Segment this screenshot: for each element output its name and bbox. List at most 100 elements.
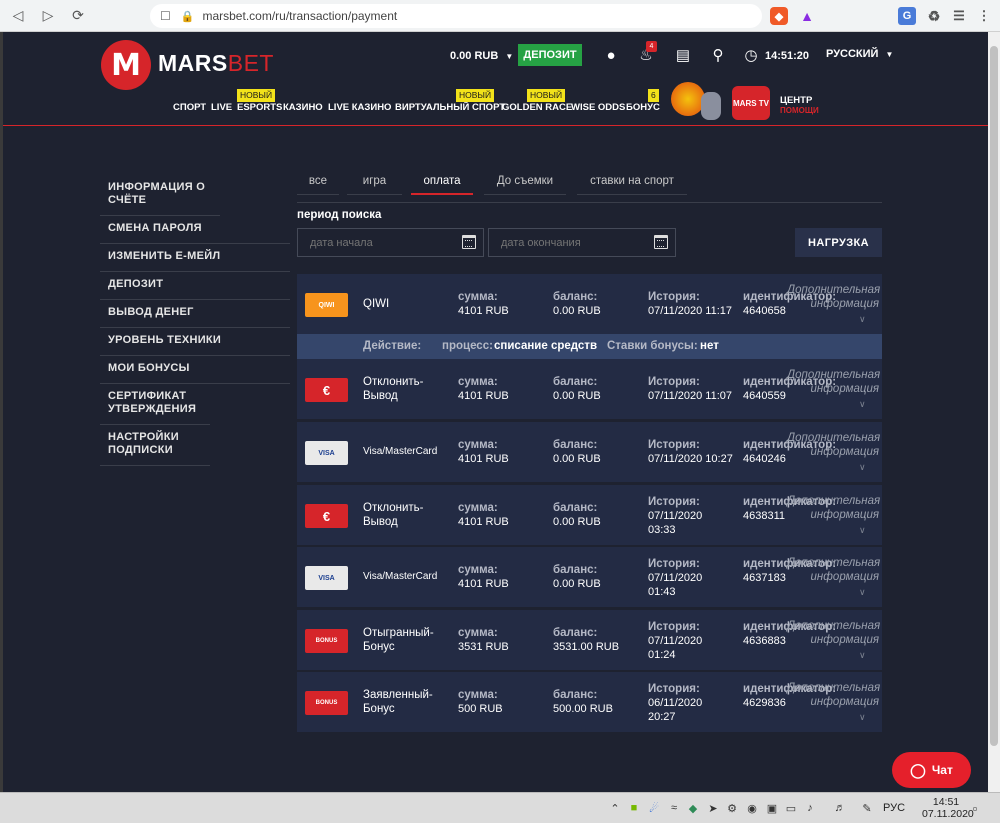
forward-icon[interactable]: ▷ [36, 4, 60, 28]
sidebar-item-change-email[interactable]: ИЗМЕНИТЬ Е-МЕЙЛ [100, 244, 290, 272]
menu-item-live[interactable]: LIVE [211, 102, 232, 113]
page-scrollbar[interactable] [988, 32, 1000, 792]
more-info-link[interactable]: Дополнительная информация [787, 681, 880, 709]
transaction-row[interactable]: BONUS Отыгранный- Бонус сумма: 3531 RUB балан… [297, 610, 882, 670]
transaction-row[interactable]: QIWI QIWI сумма: 4101 RUB баланс: 0.00 RUB Ист… [297, 274, 882, 334]
pen-icon[interactable]: ✎ [860, 801, 874, 815]
logo-text[interactable]: MARSBET [158, 50, 274, 77]
input-language[interactable]: РУС [883, 802, 905, 814]
network-icon[interactable]: ▣ [765, 801, 779, 815]
more-info-link[interactable]: Дополнительная информация [787, 494, 881, 522]
telegram-icon[interactable]: ➤ [706, 801, 720, 815]
search-icon[interactable]: ⚲ [708, 45, 728, 65]
calendar-icon[interactable] [462, 235, 476, 249]
chat-button[interactable]: ◯ Чат [892, 752, 971, 788]
load-button[interactable]: НАГРУЗКА [795, 228, 882, 257]
logo-label: € [322, 508, 331, 524]
chevron-down-icon[interactable]: ∨ [859, 462, 866, 473]
chevron-down-icon[interactable]: ∨ [859, 587, 866, 598]
payment-method-name: QIWI [363, 297, 389, 311]
translate-icon[interactable]: G [898, 6, 916, 26]
menu-list-icon[interactable]: ☰ [950, 6, 968, 26]
menu-item-bonus[interactable]: БОНУС [626, 102, 660, 113]
more-info-link[interactable]: Дополнительная информация [787, 431, 880, 459]
calendar-icon[interactable] [654, 235, 668, 249]
brave-shield-icon[interactable]: ◆ [770, 6, 788, 26]
payment-method-line2: Вывод [363, 390, 398, 402]
language-dropdown[interactable]: РУССКИЙ ▼ [826, 48, 893, 60]
sidebar-item-subscription[interactable]: НАСТРОЙКИ ПОДПИСКИ [100, 425, 210, 466]
usb-icon[interactable]: ▭ [784, 801, 798, 815]
logo-mark[interactable]: M [101, 40, 151, 90]
end-date-input[interactable] [488, 228, 676, 257]
speaker-icon[interactable]: ♪ [803, 801, 817, 815]
back-icon[interactable]: ◁ [6, 4, 30, 28]
menu-item-casino[interactable]: КАЗИНО [283, 102, 323, 113]
more-info-line2: информация [810, 509, 879, 521]
sidebar-item-change-password[interactable]: СМЕНА ПАРОЛЯ [100, 216, 290, 244]
chevron-down-icon[interactable]: ∨ [859, 525, 866, 536]
user-icon[interactable]: ● [601, 45, 621, 65]
tab-all[interactable]: все [297, 168, 339, 195]
brave-rewards-icon[interactable]: ▲ [798, 6, 816, 26]
more-info-link[interactable]: Дополнительная информация [787, 556, 880, 584]
reload-icon[interactable]: ⟳ [66, 4, 90, 28]
sidebar-item-certificate[interactable]: СЕРТИФИКАТ УТВЕРЖДЕНИЯ [100, 384, 210, 425]
menu-item-live-casino[interactable]: LIVE КАЗИНО [328, 102, 391, 113]
nvidia-icon[interactable]: ■ [627, 801, 641, 815]
more-menu-icon[interactable]: ⋮ [975, 6, 993, 26]
sidebar-item-tech-level[interactable]: УРОВЕНЬ ТЕХНИКИ [100, 328, 290, 356]
history-label: История: [648, 496, 700, 508]
more-info-line1: Дополнительная [787, 620, 881, 632]
sidebar-item-deposit[interactable]: ДЕПОЗИТ [100, 272, 290, 300]
start-date-input[interactable] [297, 228, 484, 257]
more-info-link[interactable]: Дополнительная информация [787, 619, 881, 647]
wifi-icon[interactable]: ≈ [667, 801, 681, 815]
transaction-row[interactable]: € Отклонить- Вывод сумма: 4101 RUB баланс: 0.0… [297, 359, 882, 419]
more-info-link[interactable]: Дополнительная информация [787, 368, 880, 396]
address-bar[interactable]: ☐ 🔒 marsbet.com/ru/transaction/payment [150, 4, 762, 28]
tab-game[interactable]: игра [347, 168, 402, 195]
chevron-down-icon[interactable]: ∨ [859, 314, 866, 325]
menu-item-virtual-sport[interactable]: ВИРТУАЛЬНЫЙ СПОРТ [395, 102, 505, 113]
transaction-row[interactable]: BONUS Заявленный- Бонус сумма: 500 RUB баланс… [297, 672, 882, 732]
notifications-icon[interactable]: ▫ [968, 801, 982, 816]
volume-icon[interactable]: ♬ [833, 801, 847, 815]
menu-item-wise-odds[interactable]: WISE ODDS [571, 102, 625, 113]
tab-sport-bets[interactable]: ставки на спорт [577, 168, 687, 195]
menu-item-sport[interactable]: СПОРТ [173, 102, 206, 113]
bluetooth-icon[interactable]: ☄ [647, 801, 661, 815]
history-label: История: [648, 558, 700, 570]
transaction-row[interactable]: VISA Visa/MasterCard сумма: 4101 RUB баланс:… [297, 547, 882, 607]
menu-item-esports[interactable]: ESPORTS [237, 102, 282, 113]
menu-item-golden-race[interactable]: GOLDEN RACE [502, 102, 572, 113]
sidebar-item-account-info[interactable]: ИНФОРМАЦИЯ О СЧЁТЕ [100, 175, 220, 216]
mars-tv-icon[interactable]: MARS TV [732, 86, 770, 120]
tray-up-icon[interactable]: ⌃ [608, 801, 622, 815]
deposit-button[interactable]: ДЕПОЗИТ [518, 44, 582, 66]
transaction-row[interactable]: € Отклонить- Вывод сумма: 4101 RUB баланс: 0.0… [297, 485, 882, 545]
sidebar-item-withdraw[interactable]: ВЫВОД ДЕНЕГ [100, 300, 290, 328]
promo-wheel-icon[interactable] [671, 82, 705, 116]
transaction-row[interactable]: VISA Visa/MasterCard сумма: 4101 RUB баланс:… [297, 422, 882, 482]
more-info-link[interactable]: Дополнительная информация [787, 283, 880, 311]
sidebar-item-my-bonuses[interactable]: МОИ БОНУСЫ [100, 356, 290, 384]
balance-value: 0.00 RUB [553, 390, 601, 402]
extensions-icon[interactable]: ♻ [925, 6, 943, 26]
steam-icon[interactable]: ⚙ [725, 801, 739, 815]
tab-payment[interactable]: оплата [411, 168, 473, 195]
astronaut-icon[interactable] [701, 92, 721, 120]
chevron-down-icon[interactable]: ∨ [859, 712, 866, 723]
chevron-down-icon[interactable]: ∨ [859, 650, 866, 661]
shield-icon[interactable]: ◆ [686, 801, 700, 815]
more-info-line1: Дополнительная [787, 495, 881, 507]
scrollbar-thumb[interactable] [990, 46, 998, 746]
bookmark-icon[interactable]: ☐ [160, 9, 171, 23]
chevron-down-icon[interactable]: ∨ [859, 399, 866, 410]
help-center-link[interactable]: ЦЕНТР ПОМОЩИ [780, 96, 819, 116]
betslip-icon[interactable]: ▤ [673, 45, 693, 65]
app-icon[interactable]: ◉ [745, 801, 759, 815]
taskbar-clock[interactable]: 14:51 07.11.2020 [922, 796, 974, 820]
balance-dropdown[interactable]: 0.00 RUB ▼ [450, 50, 513, 62]
tab-before-withdraw[interactable]: До съемки [484, 168, 566, 195]
